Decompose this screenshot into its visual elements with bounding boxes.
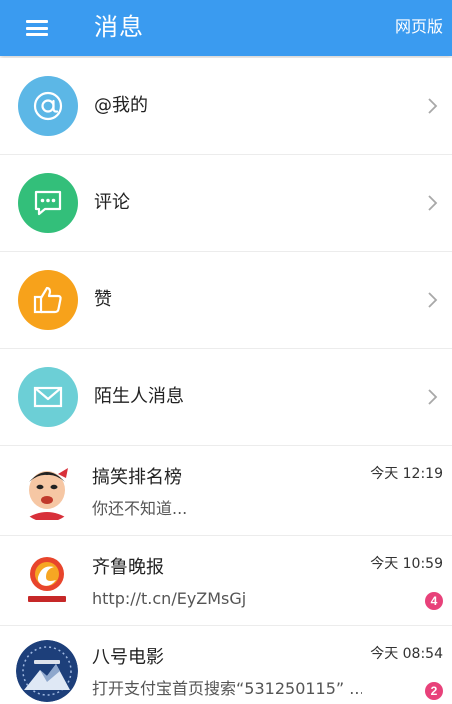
page-title: 消息 — [94, 13, 144, 41]
category-label: 陌生人消息 — [94, 386, 184, 407]
web-version-button[interactable]: 网页版 — [395, 16, 443, 38]
message-sender: 齐鲁晚报 — [92, 557, 164, 578]
category-label: 赞 — [94, 289, 112, 310]
category-row-likes[interactable]: 赞 — [0, 252, 452, 349]
message-sender: 八号电影 — [92, 647, 164, 668]
envelope-icon — [18, 367, 78, 427]
category-label: 评论 — [94, 192, 130, 213]
thumbs-up-icon — [18, 270, 78, 330]
unread-badge: 4 — [425, 592, 443, 610]
category-label: @我的 — [94, 95, 148, 116]
chevron-right-icon — [428, 98, 438, 114]
message-preview: 打开支付宝首页搜索“531250115” ... — [92, 679, 362, 698]
avatar — [16, 550, 78, 612]
menu-icon[interactable] — [20, 14, 54, 42]
comment-icon — [18, 173, 78, 233]
top-app-bar: 消息 网页版 — [0, 0, 452, 56]
chevron-right-icon — [428, 292, 438, 308]
message-time: 今天 10:59 — [370, 556, 443, 572]
at-icon — [18, 76, 78, 136]
message-row[interactable]: 搞笑排名榜 你还不知道... 今天 12:19 — [0, 446, 452, 536]
category-row-comments[interactable]: 评论 — [0, 155, 452, 252]
message-time: 今天 12:19 — [370, 466, 443, 482]
category-row-mentions[interactable]: @我的 — [0, 58, 452, 155]
message-sender: 搞笑排名榜 — [92, 467, 182, 488]
chevron-right-icon — [428, 195, 438, 211]
message-time: 今天 08:54 — [370, 646, 443, 662]
message-row[interactable]: 齐鲁晚报 http://t.cn/EyZMsGj 今天 10:59 4 — [0, 536, 452, 626]
unread-badge: 2 — [425, 682, 443, 700]
chevron-right-icon — [428, 389, 438, 405]
message-row[interactable]: 八号电影 打开支付宝首页搜索“531250115” ... 今天 08:54 2 — [0, 626, 452, 704]
message-preview: http://t.cn/EyZMsGj — [92, 589, 247, 608]
message-preview: 你还不知道... — [92, 499, 188, 518]
avatar — [16, 460, 78, 522]
avatar — [16, 640, 78, 702]
category-row-stranger-messages[interactable]: 陌生人消息 — [0, 349, 452, 446]
